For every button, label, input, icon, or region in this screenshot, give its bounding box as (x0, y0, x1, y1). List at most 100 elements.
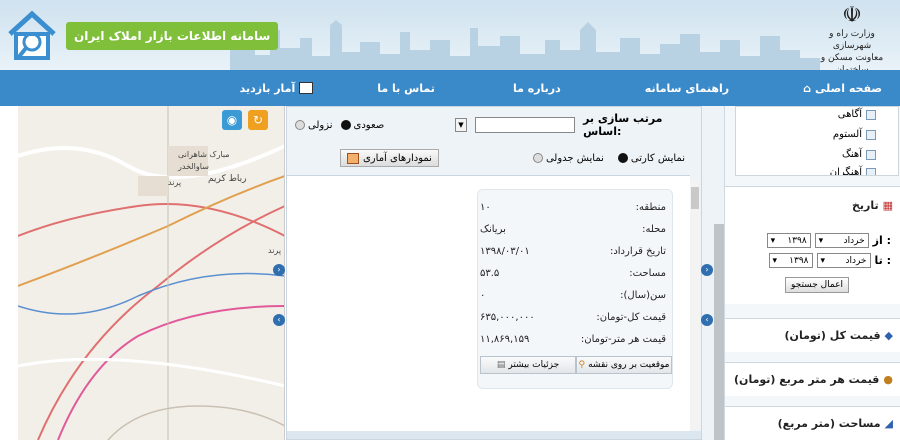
radio-card-view[interactable] (617, 153, 628, 163)
stats-charts-label: نمودارهای آماری (362, 152, 432, 164)
from-label: از : (872, 234, 891, 247)
chevron-down-icon: ▾ (772, 255, 778, 266)
view-table[interactable]: نمایش جدولی (532, 152, 604, 164)
field-key: سن(سال): (620, 290, 666, 301)
from-year-value: ۱۳۹۸ (787, 235, 807, 246)
neighborhood-checklist: آگاهی آلستوم آهنگ آهنگران (735, 106, 899, 176)
field-row: قیمت کل-تومان: ۶۳۵,۰۰۰,۰۰۰ (480, 312, 666, 323)
view-card[interactable]: نمایش کارتی (617, 152, 685, 164)
date-filter: ▦ تاریخ از : خرداد ▾ ۱۳۹۸ ▾ تا : خرداد ▾… (725, 186, 900, 304)
price-per-meter-title: ● قیمت هر متر مربع (تومان) (734, 373, 893, 386)
document-icon: ▤ (496, 360, 506, 370)
map-label-1: مبارک شاهرانی (178, 150, 230, 159)
map-collapse-right-icon[interactable]: ‹ (273, 314, 285, 326)
total-price-title: ◆ قیمت کل (تومان) (785, 329, 893, 342)
map-panel[interactable]: ↻ ◉ مبارک شاهرانی ساوالخدر پرند رباط کری… (18, 106, 285, 440)
sort-select[interactable] (475, 117, 576, 133)
checkbox[interactable] (866, 109, 876, 120)
checklist-item[interactable]: آهنگ (842, 149, 876, 160)
field-value: ۶۳۵,۰۰۰,۰۰۰ (480, 312, 535, 323)
from-month-select[interactable]: خرداد ▾ (814, 233, 869, 248)
area-filter[interactable]: ◢ مساحت (متر مربع) (725, 406, 900, 440)
nav-about[interactable]: درباره ما (505, 82, 569, 95)
date-to-row: تا : خرداد ▾ ۱۳۹۸ ▾ (768, 253, 892, 268)
area-label: مساحت (متر مربع) (777, 417, 881, 430)
apply-search-button[interactable]: اعمال جستجو (785, 277, 849, 293)
total-price-filter[interactable]: ◆ قیمت کل (تومان) (725, 318, 900, 352)
nav-stats-label: آمار بازدید (239, 81, 296, 95)
nav-home-label: صفحه اصلی (815, 81, 882, 95)
field-row: منطقه: ۱۰ (480, 202, 666, 213)
home-icon: ⌂ (803, 81, 811, 95)
nav-home[interactable]: ⌂ صفحه اصلی (795, 82, 890, 95)
field-row: مساحت: ۵۳.۵ (480, 268, 666, 279)
view-card-label: نمایش کارتی (630, 152, 685, 164)
radio-descending[interactable] (294, 120, 305, 130)
field-row: محله: بریانک (480, 224, 666, 235)
map-label-5: پرند (268, 246, 282, 255)
nav-guide[interactable]: راهنمای سامانه (637, 82, 737, 95)
checkbox[interactable] (866, 129, 876, 140)
show-on-map-label: موقعیت بر روی نقشه (588, 360, 670, 370)
checklist-item[interactable]: آگاهی (838, 109, 876, 120)
sort-bar: مرتب سازی بر اساس: ▼ صعودی نزولی (287, 107, 701, 143)
chevron-down-icon[interactable]: ▼ (454, 118, 468, 132)
checklist-label: آهنگران (829, 167, 862, 176)
more-details-button[interactable]: ▤ جزئیات بیشتر (480, 356, 576, 374)
checklist-label: آگاهی (837, 109, 862, 120)
view-table-label: نمایش جدولی (545, 152, 604, 164)
map-canvas[interactable] (18, 106, 285, 440)
globe-icon[interactable]: ◉ (222, 110, 242, 130)
sort-ascending[interactable]: صعودی (340, 119, 385, 131)
chevron-down-icon: ▾ (770, 235, 776, 246)
tag-icon: ◆ (884, 329, 893, 342)
ministry-name: وزارت راه و شهرسازی (829, 29, 875, 51)
radio-ascending[interactable] (340, 120, 351, 130)
results-collapse-right-icon[interactable]: › (701, 264, 713, 276)
radio-table-view[interactable] (532, 153, 543, 163)
map-label-3: پرند (168, 178, 182, 187)
date-title[interactable]: ▦ تاریخ (852, 199, 893, 212)
sort-descending[interactable]: نزولی (294, 120, 333, 131)
sort-label: مرتب سازی بر اساس: (583, 112, 663, 138)
checkbox[interactable] (866, 167, 876, 175)
nav-contact[interactable]: تماس با ما (369, 82, 443, 95)
checklist-label: آلستوم (832, 129, 862, 140)
total-price-label: قیمت کل (تومان) (784, 329, 881, 342)
logo-house-icon[interactable] (2, 4, 62, 64)
field-row: قیمت هر متر-تومان: ۱۱,۸۶۹,۱۵۹ (480, 334, 666, 345)
from-month-value: خرداد (843, 235, 865, 246)
checklist-item[interactable]: آهنگران (829, 167, 876, 176)
from-year-select[interactable]: ۱۳۹۸ ▾ (766, 233, 811, 248)
refresh-icon[interactable]: ↻ (248, 110, 268, 130)
coins-icon: ● (883, 373, 893, 386)
to-year-select[interactable]: ۱۳۹۸ ▾ (768, 253, 813, 268)
field-value: ۱۱,۸۶۹,۱۵۹ (480, 334, 530, 345)
area-title: ◢ مساحت (متر مربع) (778, 417, 893, 430)
listing-scrollbar[interactable] (690, 179, 700, 429)
checkbox[interactable] (866, 149, 876, 160)
chevron-down-icon: ▾ (818, 235, 824, 246)
card-actions: ⚲ موقعیت بر روی نقشه ▤ جزئیات بیشتر (480, 356, 672, 374)
scrollbar-thumb[interactable] (691, 187, 699, 209)
map-collapse-left-icon[interactable]: › (273, 264, 285, 276)
checklist-item[interactable]: آلستوم (833, 129, 876, 140)
results-collapse-left-icon[interactable]: ‹ (701, 314, 713, 326)
to-month-select[interactable]: خرداد ▾ (816, 253, 871, 268)
field-value: ۱۰ (480, 202, 491, 213)
results-panel: مرتب سازی بر اساس: ▼ صعودی نزولی نمایش ک… (286, 106, 702, 440)
to-label: تا : (874, 254, 892, 267)
more-details-label: جزئیات بیشتر (508, 360, 560, 370)
nav-stats[interactable]: آمار بازدید (232, 82, 322, 95)
property-card: منطقه: ۱۰ محله: بریانک تاریخ قرارداد: ۱۳… (477, 189, 673, 389)
gutter-scrollbar[interactable] (714, 224, 724, 440)
field-key: محله: (642, 224, 666, 235)
price-per-meter-filter[interactable]: ● قیمت هر متر مربع (تومان) (725, 362, 900, 396)
chevron-down-icon: ▾ (820, 255, 826, 266)
field-value: ۰ (480, 290, 486, 301)
stats-charts-button[interactable]: نمودارهای آماری (339, 149, 439, 167)
sort-ascending-label: صعودی (353, 119, 385, 131)
field-row: تاریخ قرارداد: ۱۳۹۸/۰۳/۰۱ (480, 246, 666, 257)
show-on-map-button[interactable]: ⚲ موقعیت بر روی نقشه (576, 356, 672, 374)
to-year-value: ۱۳۹۸ (789, 255, 809, 266)
